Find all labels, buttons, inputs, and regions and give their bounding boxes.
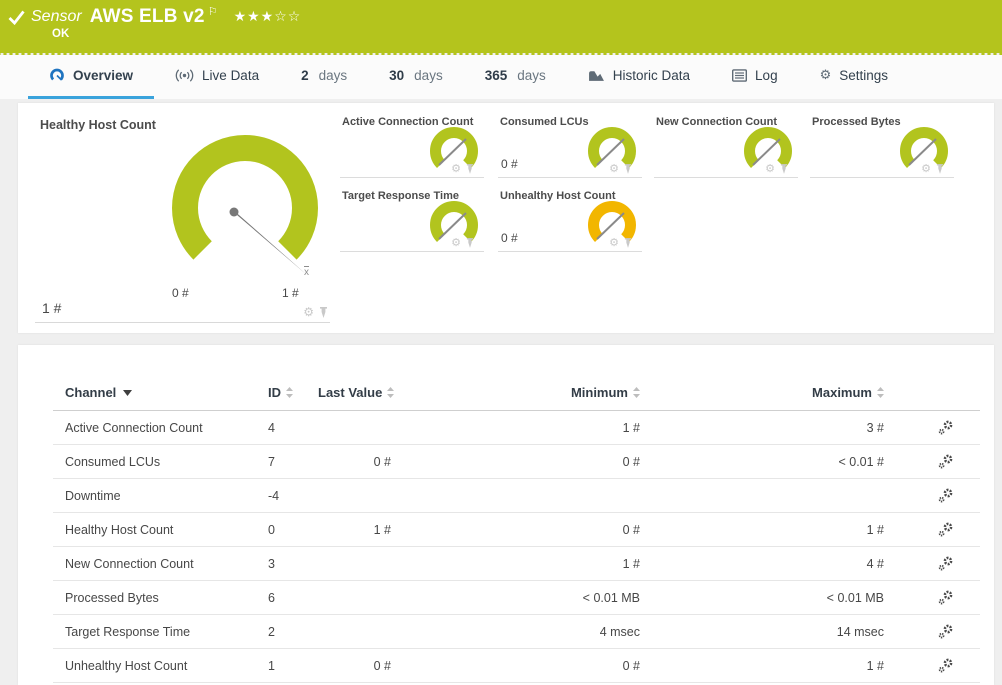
channel-gear-icon[interactable]: ⚙ — [921, 163, 931, 174]
table-row: Active Connection Count 4 1 # 3 # — [53, 411, 980, 445]
table-row: Processed Bytes 6 < 0.01 MB < 0.01 MB — [53, 581, 980, 615]
channel-name: Unhealthy Host Count — [65, 658, 188, 673]
priority-stars[interactable]: ★★★☆☆ — [234, 9, 302, 25]
table-header-row: Channel ID Last Value Minimum Maximum — [53, 375, 980, 411]
gauge-panel-consumed-lcus[interactable]: Consumed LCUs 0 # ⚙ — [498, 112, 642, 178]
tab-365-days[interactable]: 365 days — [464, 55, 567, 99]
gauge-value: 0 # — [501, 231, 518, 245]
gauge-title: Consumed LCUs — [500, 116, 589, 128]
main-gauge — [172, 134, 318, 275]
channel-settings-icon[interactable] — [938, 522, 954, 538]
channel-name: Active Connection Count — [65, 420, 203, 435]
gauge-scale-max: 1 # — [282, 286, 299, 300]
table-row: Unhealthy Host Count 1 0 # 0 # 1 # — [53, 649, 980, 683]
pin-icon[interactable] — [624, 164, 632, 174]
channel-gear-icon[interactable]: ⚙ — [451, 163, 461, 174]
channel-settings-icon[interactable] — [938, 420, 954, 436]
pin-icon[interactable] — [936, 164, 944, 174]
column-header-maximum[interactable]: Maximum — [646, 385, 890, 400]
gauge-title: Healthy Host Count — [40, 118, 156, 132]
channel-table-card: Channel ID Last Value Minimum Maximum Ac… — [18, 345, 994, 685]
table-row: Consumed LCUs 7 0 # 0 # < 0.01 # — [53, 445, 980, 479]
sensor-kind-label: Sensor — [31, 8, 82, 25]
sensor-name: AWS ELB v2 — [89, 6, 205, 27]
tab-30-days[interactable]: 30 days — [368, 55, 464, 99]
column-header-minimum[interactable]: Minimum — [433, 385, 646, 400]
gauge-panel-processed-bytes[interactable]: Processed Bytes ⚙ — [810, 112, 954, 178]
channel-gear-icon[interactable]: ⚙ — [609, 237, 619, 248]
gauge-icon — [49, 68, 65, 83]
sensor-status-header: Sensor AWS ELB v2 ⚐ ★★★☆☆ OK — [0, 0, 1002, 57]
table-row: Downtime -4 — [53, 479, 980, 513]
tab-2-days[interactable]: 2 days — [280, 55, 368, 99]
channel-gear-icon[interactable]: ⚙ — [609, 163, 619, 174]
channel-settings-icon[interactable] — [938, 488, 954, 504]
channel-name: Target Response Time — [65, 624, 191, 639]
sort-icon — [387, 387, 395, 398]
tab-settings[interactable]: ⚙ Settings — [799, 55, 909, 99]
tab-live-data[interactable]: Live Data — [154, 55, 280, 99]
pin-icon[interactable] — [319, 307, 328, 318]
sort-icon — [877, 387, 884, 398]
sort-icon — [286, 387, 293, 398]
table-row: Target Response Time 2 4 msec 14 msec — [53, 615, 980, 649]
sort-desc-icon — [123, 389, 133, 396]
live-signal-icon — [175, 69, 194, 82]
column-header-last-value[interactable]: Last Value — [318, 385, 433, 400]
log-list-icon — [732, 69, 748, 82]
gauge-value: 0 # — [501, 157, 518, 171]
channel-settings-icon[interactable] — [938, 454, 954, 470]
pin-icon[interactable] — [466, 164, 474, 174]
channel-name: Healthy Host Count — [65, 522, 174, 537]
channel-name: New Connection Count — [65, 556, 194, 571]
channel-gear-icon[interactable]: ⚙ — [451, 237, 461, 248]
sort-icon — [633, 387, 640, 398]
gauge-panel-unhealthy-host-count[interactable]: Unhealthy Host Count 0 # ⚙ — [498, 186, 642, 252]
channel-settings-icon[interactable] — [938, 658, 954, 674]
gauge-panel-healthy-host-count[interactable]: Healthy Host Count 0 # 1 # x 1 # ⚙ — [35, 110, 330, 323]
mean-marker: x — [304, 266, 309, 278]
channel-settings-icon[interactable] — [938, 556, 954, 572]
tab-historic-data[interactable]: Historic Data — [567, 55, 711, 99]
gauge-value: 1 # — [42, 300, 62, 316]
tab-log[interactable]: Log — [711, 55, 799, 99]
gauge-panel-new-connection-count[interactable]: New Connection Count ⚙ — [654, 112, 798, 178]
table-row: Healthy Host Count 0 1 # 0 # 1 # — [53, 513, 980, 547]
channel-settings-icon[interactable] — [938, 590, 954, 606]
pin-icon[interactable] — [466, 238, 474, 248]
status-badge: OK — [52, 28, 70, 40]
channel-table: Channel ID Last Value Minimum Maximum Ac… — [53, 375, 980, 683]
column-header-channel[interactable]: Channel — [53, 385, 268, 400]
gauge-panel-target-response-time[interactable]: Target Response Time ⚙ — [340, 186, 484, 252]
channel-gear-icon[interactable]: ⚙ — [303, 306, 314, 318]
pin-icon[interactable] — [624, 238, 632, 248]
ok-check-icon — [8, 10, 25, 25]
column-header-id[interactable]: ID — [268, 385, 318, 400]
gauge-panel-active-connection-count[interactable]: Active Connection Count ⚙ — [340, 112, 484, 178]
channel-name: Consumed LCUs — [65, 454, 161, 469]
channel-name: Downtime — [65, 488, 121, 503]
flag-icon: ⚐ — [207, 4, 218, 18]
channel-gear-icon[interactable]: ⚙ — [765, 163, 775, 174]
gear-icon: ⚙ — [819, 68, 832, 83]
overview-gauges-card: Healthy Host Count 0 # 1 # x 1 # ⚙ Activ… — [18, 103, 994, 333]
gauge-title: Processed Bytes — [812, 116, 901, 128]
tab-overview[interactable]: Overview — [28, 55, 155, 99]
channel-settings-icon[interactable] — [938, 624, 954, 640]
channel-name: Processed Bytes — [65, 590, 159, 605]
tab-bar: Overview Live Data 2 days 30 days 365 da… — [0, 55, 1002, 99]
area-chart-icon — [588, 69, 605, 82]
table-row: New Connection Count 3 1 # 4 # — [53, 547, 980, 581]
gauge-scale-min: 0 # — [172, 286, 189, 300]
pin-icon[interactable] — [780, 164, 788, 174]
